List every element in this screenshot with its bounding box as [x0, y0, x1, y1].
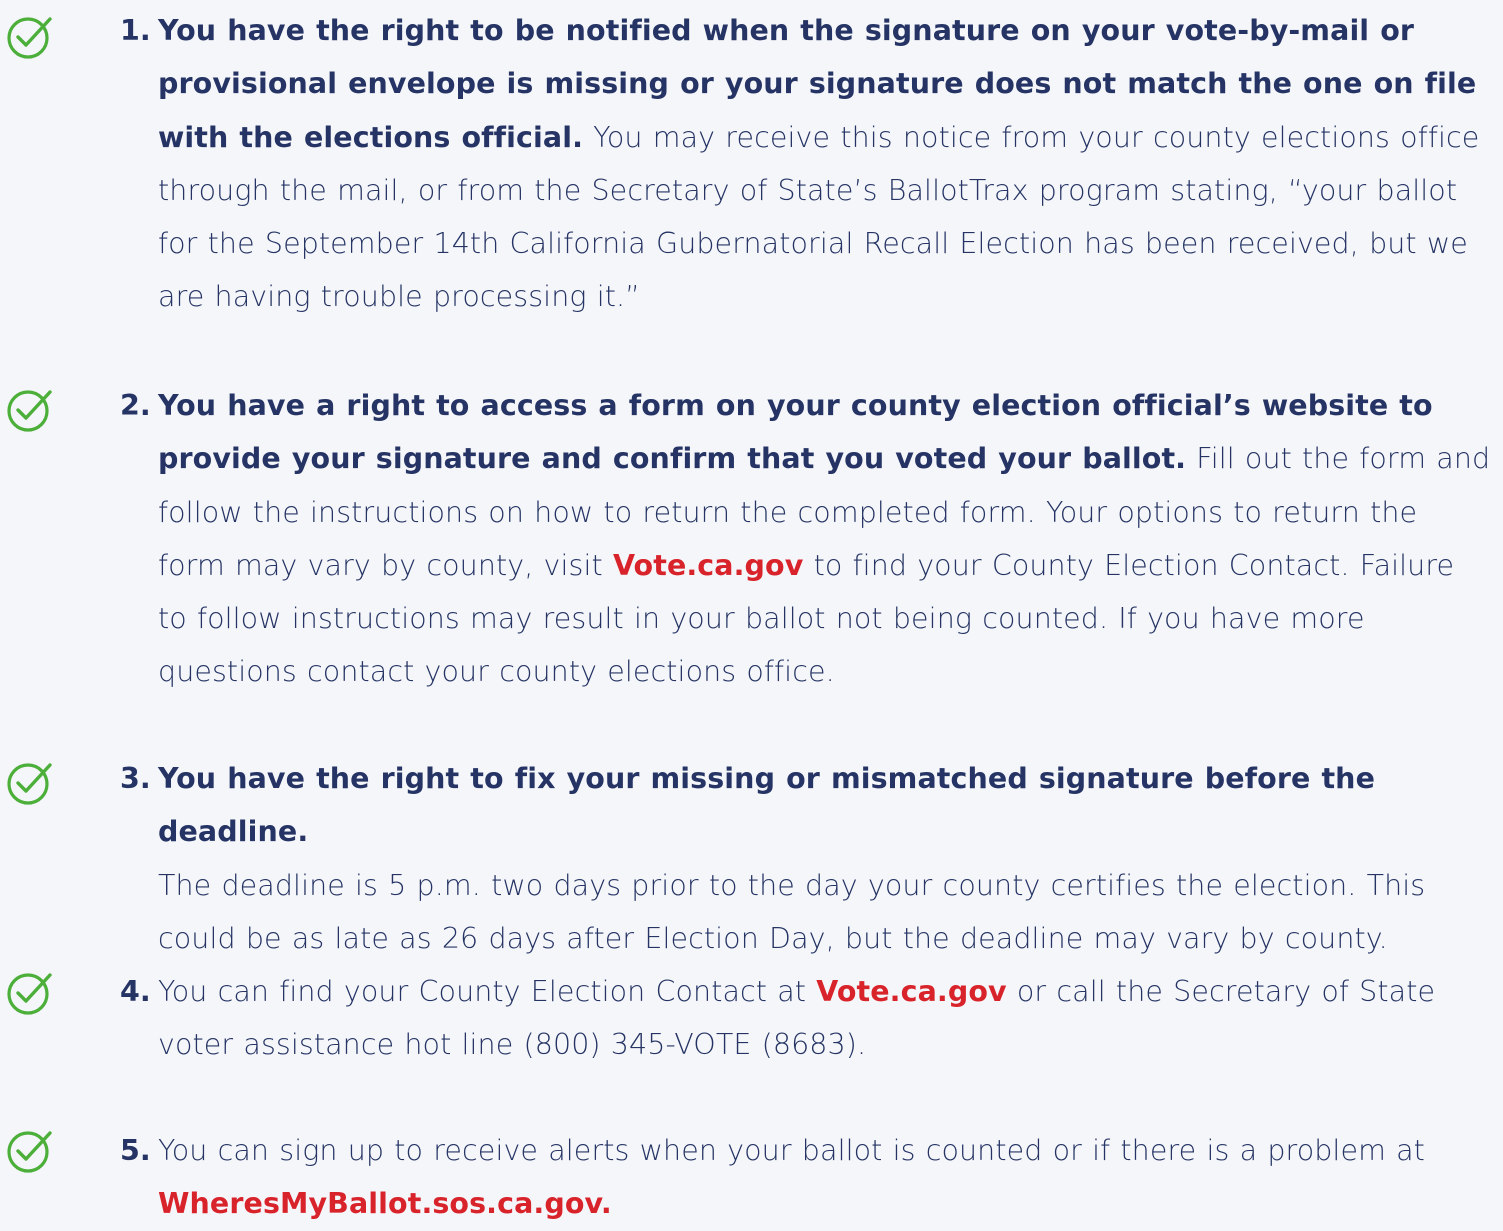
- item-text: You can find your County Election Contac…: [158, 965, 1493, 1072]
- item-body: You can find your County Election Contac…: [158, 975, 817, 1008]
- check-circle-icon: [6, 1127, 54, 1175]
- item-number: 1.: [120, 14, 151, 47]
- item-text: You have the right to fix your missing o…: [158, 752, 1493, 965]
- check-circle-icon: [6, 13, 54, 61]
- item-text: You have the right to be notified when t…: [158, 4, 1493, 324]
- item-body: You can sign up to receive alerts when y…: [158, 1134, 1425, 1167]
- vote-ca-gov-link[interactable]: Vote.ca.gov: [816, 975, 1006, 1008]
- vote-ca-gov-link[interactable]: Vote.ca.gov: [613, 549, 803, 582]
- item-body: The deadline is 5 p.m. two days prior to…: [158, 868, 1426, 955]
- wheresmyballot-link[interactable]: WheresMyBallot.sos.ca.gov.: [158, 1187, 612, 1220]
- item-number: 4.: [120, 975, 151, 1008]
- item-text: You can sign up to receive alerts when y…: [158, 1124, 1493, 1231]
- item-number: 3.: [120, 762, 151, 795]
- item-number: 2.: [120, 389, 151, 422]
- check-circle-icon: [6, 759, 54, 807]
- item-lead: You have the right to fix your missing o…: [158, 762, 1375, 849]
- check-circle-icon: [6, 386, 54, 434]
- check-circle-icon: [6, 969, 54, 1017]
- item-text: You have a right to access a form on you…: [158, 379, 1493, 699]
- item-number: 5.: [120, 1134, 151, 1167]
